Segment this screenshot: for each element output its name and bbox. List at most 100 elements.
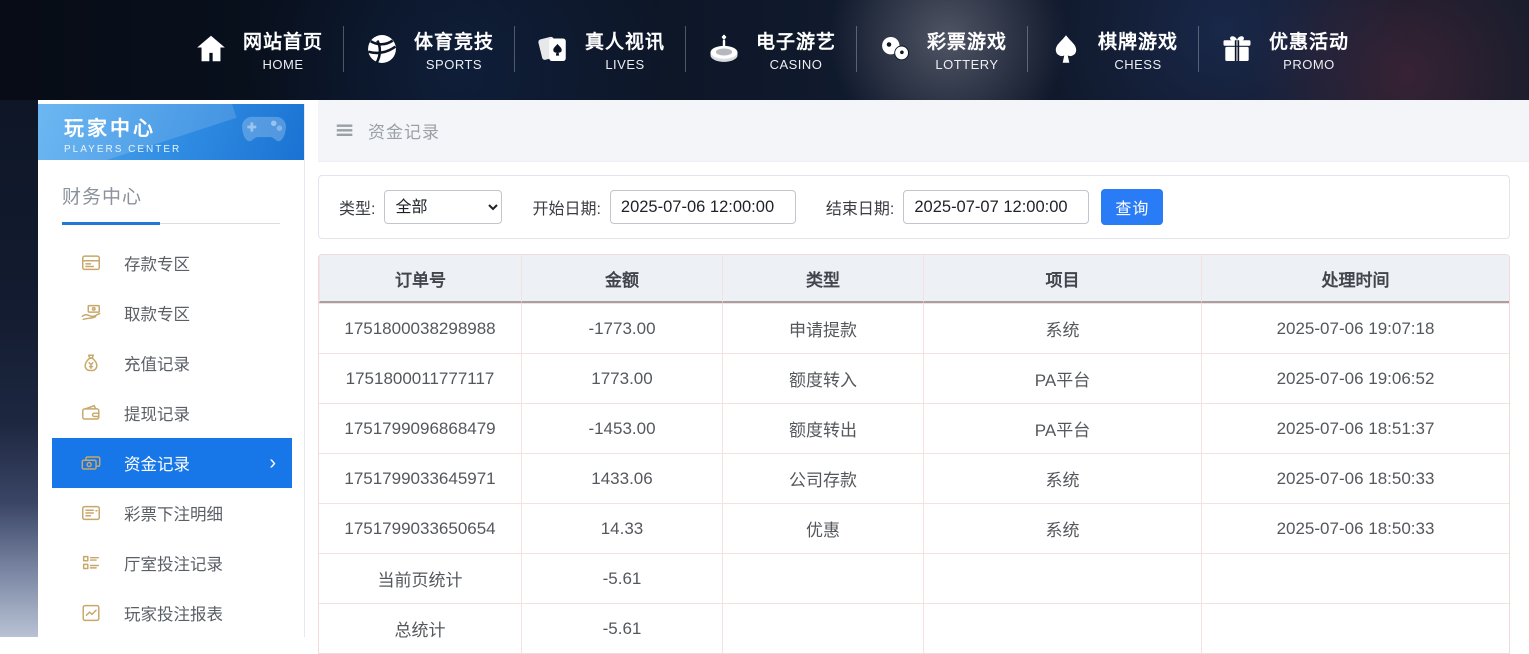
order-number-cell: 1751799096868479 [319, 403, 521, 453]
finance-center-title: 财务中心 [62, 182, 280, 224]
order-number-cell: 1751800011777117 [319, 353, 521, 403]
nav-item-lottery[interactable]: 彩票游戏 LOTTERY [856, 18, 1027, 80]
process-time-cell: 2025-07-06 18:50:33 [1201, 503, 1509, 553]
sidebar-item-withdraw-zone[interactable]: 取款专区 [52, 288, 292, 338]
home-icon [192, 30, 230, 68]
summary-row: 当前页统计 -5.61 [319, 553, 1509, 603]
amount-cell: 1433.06 [521, 453, 722, 503]
nav-item-chess[interactable]: 棋牌游戏 CHESS [1027, 18, 1198, 80]
amount-cell: -1773.00 [521, 303, 722, 353]
type-cell: 额度转入 [722, 353, 923, 403]
project-cell: PA平台 [923, 403, 1201, 453]
end-date-input[interactable] [903, 190, 1089, 224]
type-select[interactable]: 全部 [384, 190, 502, 224]
table-header-cell: 订单号 [319, 255, 521, 303]
project-cell: PA平台 [923, 353, 1201, 403]
order-number-cell: 1751800038298988 [319, 303, 521, 353]
sidebar-item-label: 资金记录 [124, 451, 190, 475]
end-date-label: 结束日期: [826, 195, 894, 219]
nav-label-zh: 彩票游戏 [927, 27, 1007, 54]
type-cell: 申请提款 [722, 303, 923, 353]
spade-icon [1047, 30, 1085, 68]
project-cell: 系统 [923, 453, 1201, 503]
playing-cards-icon [534, 30, 572, 68]
nav-item-home[interactable]: 网站首页 HOME [172, 18, 343, 80]
type-label: 类型: [339, 195, 375, 219]
filter-panel: 类型: 全部 开始日期: 结束日期: 查询 [318, 175, 1510, 239]
nav-item-casino[interactable]: 电子游艺 CASINO [685, 18, 856, 80]
sidebar-item-withdrawal-records[interactable]: 提现记录 [52, 388, 292, 438]
sidebar-item-label: 提现记录 [124, 401, 190, 425]
gift-icon [1218, 30, 1256, 68]
list-card-icon [80, 502, 102, 524]
hand-money-icon [80, 302, 102, 324]
money-bag-icon [80, 352, 102, 374]
table-header-cell: 类型 [722, 255, 923, 303]
amount-cell: -1453.00 [521, 403, 722, 453]
list-icon [80, 552, 102, 574]
background-strip [0, 100, 38, 637]
nav-label-zh: 真人视讯 [585, 27, 665, 54]
table-row: 1751799096868479 -1453.00 额度转出 PA平台 2025… [319, 403, 1509, 453]
gamepad-icon [238, 112, 290, 151]
type-cell: 公司存款 [722, 453, 923, 503]
breadcrumb: 资金记录 [318, 100, 1529, 162]
sidebar-item-player-bet-report[interactable]: 玩家投注报表 [52, 588, 292, 638]
sidebar-item-lottery-bet-details[interactable]: 彩票下注明细 [52, 488, 292, 538]
table-row: 1751800038298988 -1773.00 申请提款 系统 2025-0… [319, 303, 1509, 353]
type-cell: 优惠 [722, 503, 923, 553]
project-cell: 系统 [923, 303, 1201, 353]
nav-label-zh: 电子游艺 [756, 27, 836, 54]
table-header-cell: 处理时间 [1201, 255, 1509, 303]
fund-records-table: 订单号金额类型项目处理时间 1751800038298988 -1773.00 … [318, 254, 1510, 654]
sidebar-item-label: 充值记录 [124, 351, 190, 375]
players-center-header: 玩家中心 PLAYERS CENTER [38, 104, 304, 160]
sidebar-item-label: 玩家投注报表 [124, 601, 223, 625]
sidebar: 玩家中心 PLAYERS CENTER 财务中心 存款专区 取款专区 充值记录 … [38, 104, 305, 637]
start-date-label: 开始日期: [532, 195, 600, 219]
project-cell: 系统 [923, 503, 1201, 553]
process-time-cell: 2025-07-06 19:06:52 [1201, 353, 1509, 403]
deposit-terminal-icon [80, 252, 102, 274]
summary-label-cell: 当前页统计 [319, 553, 521, 603]
search-button[interactable]: 查询 [1101, 189, 1163, 225]
nav-label-en: LIVES [585, 57, 665, 72]
nav-label-en: PROMO [1269, 57, 1349, 72]
main-content: 资金记录 类型: 全部 开始日期: 结束日期: 查询 订单号金额类型项目处理时间 [318, 100, 1529, 637]
sidebar-item-recharge-records[interactable]: 充值记录 [52, 338, 292, 388]
nav-label-en: SPORTS [414, 57, 494, 72]
nav-item-lives[interactable]: 真人视讯 LIVES [514, 18, 685, 80]
banknotes-icon [80, 452, 102, 474]
summary-row: 总统计 -5.61 [319, 603, 1509, 653]
sidebar-item-deposit-zone[interactable]: 存款专区 [52, 238, 292, 288]
table-row: 1751799033645971 1433.06 公司存款 系统 2025-07… [319, 453, 1509, 503]
sidebar-menu: 存款专区 取款专区 充值记录 提现记录 资金记录 › 彩票下注明细 [38, 238, 304, 638]
top-navigation: 网站首页 HOME 体育竞技 SPORTS 真人视讯 LIVES 电子游艺 [0, 0, 1529, 100]
page-title: 资金记录 [368, 118, 440, 143]
nav-items: 网站首页 HOME 体育竞技 SPORTS 真人视讯 LIVES 电子游艺 [172, 18, 1369, 80]
menu-icon[interactable] [334, 120, 356, 142]
summary-amount-cell: -5.61 [521, 603, 722, 653]
roulette-icon [705, 30, 743, 68]
report-chart-icon [80, 602, 102, 624]
nav-item-sports[interactable]: 体育竞技 SPORTS [343, 18, 514, 80]
sidebar-item-hall-bet-records[interactable]: 厅室投注记录 [52, 538, 292, 588]
table-body: 1751800038298988 -1773.00 申请提款 系统 2025-0… [319, 303, 1509, 553]
sidebar-item-fund-records[interactable]: 资金记录 › [52, 438, 292, 488]
type-cell: 额度转出 [722, 403, 923, 453]
table-header-cell: 项目 [923, 255, 1201, 303]
sports-ball-icon [363, 30, 401, 68]
table-row: 1751800011777117 1773.00 额度转入 PA平台 2025-… [319, 353, 1509, 403]
sidebar-item-label: 彩票下注明细 [124, 501, 223, 525]
nav-label-en: CHESS [1098, 57, 1178, 72]
nav-label-en: LOTTERY [927, 57, 1007, 72]
nav-label-zh: 棋牌游戏 [1098, 27, 1178, 54]
start-date-input[interactable] [610, 190, 796, 224]
nav-item-promo[interactable]: 优惠活动 PROMO [1198, 18, 1369, 80]
sidebar-item-label: 取款专区 [124, 301, 190, 325]
nav-label-zh: 优惠活动 [1269, 27, 1349, 54]
nav-label-zh: 网站首页 [243, 27, 323, 54]
process-time-cell: 2025-07-06 19:07:18 [1201, 303, 1509, 353]
table-row: 1751799033650654 14.33 优惠 系统 2025-07-06 … [319, 503, 1509, 553]
table-header-cell: 金额 [521, 255, 722, 303]
